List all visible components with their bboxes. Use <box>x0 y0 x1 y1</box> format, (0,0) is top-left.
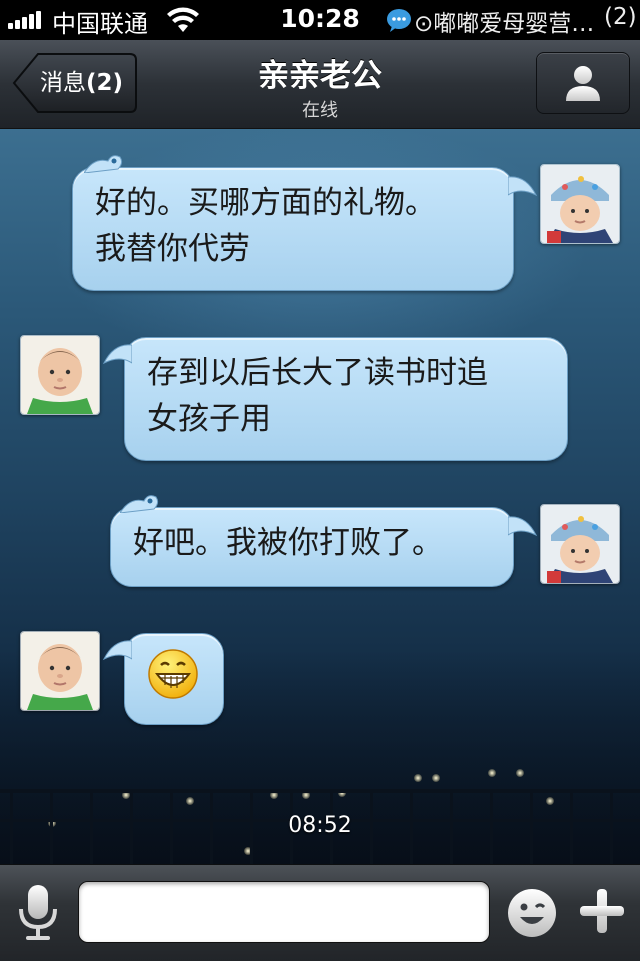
grinning-face-emoji <box>148 649 198 699</box>
notification-count: (2) <box>604 4 637 30</box>
back-label-text: 消息 <box>40 70 86 96</box>
status-bar: 中国联通 10:28 ⊙嘟嘟爱母婴营… (2) <box>0 0 640 40</box>
bubble-tail <box>508 516 538 537</box>
bubble-tail <box>508 176 538 197</box>
background-light <box>516 769 524 777</box>
contact-avatar[interactable] <box>20 631 100 711</box>
message-text: 好的。买哪方面的礼物。 我替你代劳 <box>95 185 436 267</box>
online-status: 在线 <box>302 100 338 121</box>
contact-avatar[interactable] <box>20 335 100 415</box>
message-input[interactable] <box>78 881 490 943</box>
message-text: 存到以后长大了读书时追 女孩子用 <box>147 355 488 437</box>
notification-text: ⊙嘟嘟爱母婴营… <box>414 11 595 37</box>
back-count: (2) <box>86 70 124 96</box>
baby-with-hat-image <box>541 505 619 583</box>
my-avatar[interactable] <box>540 164 620 244</box>
chat-area[interactable]: 好的。买哪方面的礼物。 我替你代劳 存到以后长大了读书时追 女孩子用 好吧。我被… <box>0 129 640 864</box>
message-bubble-sent[interactable]: 好的。买哪方面的礼物。 我替你代劳 <box>72 167 514 291</box>
plus-icon[interactable] <box>578 887 626 935</box>
chat-title: 亲亲老公 <box>258 58 382 94</box>
input-bar <box>0 864 640 961</box>
back-label: 消息(2) <box>40 52 123 114</box>
back-button[interactable]: 消息(2) <box>12 52 138 114</box>
bubble-decoration <box>120 495 159 513</box>
person-icon <box>566 66 600 101</box>
message-bubble-received[interactable]: 存到以后长大了读书时追 女孩子用 <box>124 337 568 461</box>
background-light <box>432 774 440 782</box>
smiley-icon[interactable] <box>506 887 558 939</box>
microphone-icon[interactable] <box>16 883 60 943</box>
message-bubble-sent[interactable]: 好吧。我被你打败了。 <box>110 507 514 587</box>
baby-green-shirt-image <box>21 336 99 414</box>
bubble-tail <box>102 344 132 365</box>
nav-bar: 消息(2) 亲亲老公 在线 <box>0 40 640 129</box>
message-timestamp: 08:52 <box>288 813 352 838</box>
chat-bubble-icon <box>387 9 411 32</box>
bubble-decoration <box>84 155 123 173</box>
background-light <box>414 774 422 782</box>
profile-button[interactable] <box>536 52 630 114</box>
baby-green-shirt-image <box>21 632 99 710</box>
background-light <box>488 769 496 777</box>
message-text: 好吧。我被你打败了。 <box>133 525 443 561</box>
message-bubble-received[interactable] <box>124 633 224 725</box>
my-avatar[interactable] <box>540 504 620 584</box>
bubble-tail <box>102 640 132 661</box>
baby-with-hat-image <box>541 165 619 243</box>
